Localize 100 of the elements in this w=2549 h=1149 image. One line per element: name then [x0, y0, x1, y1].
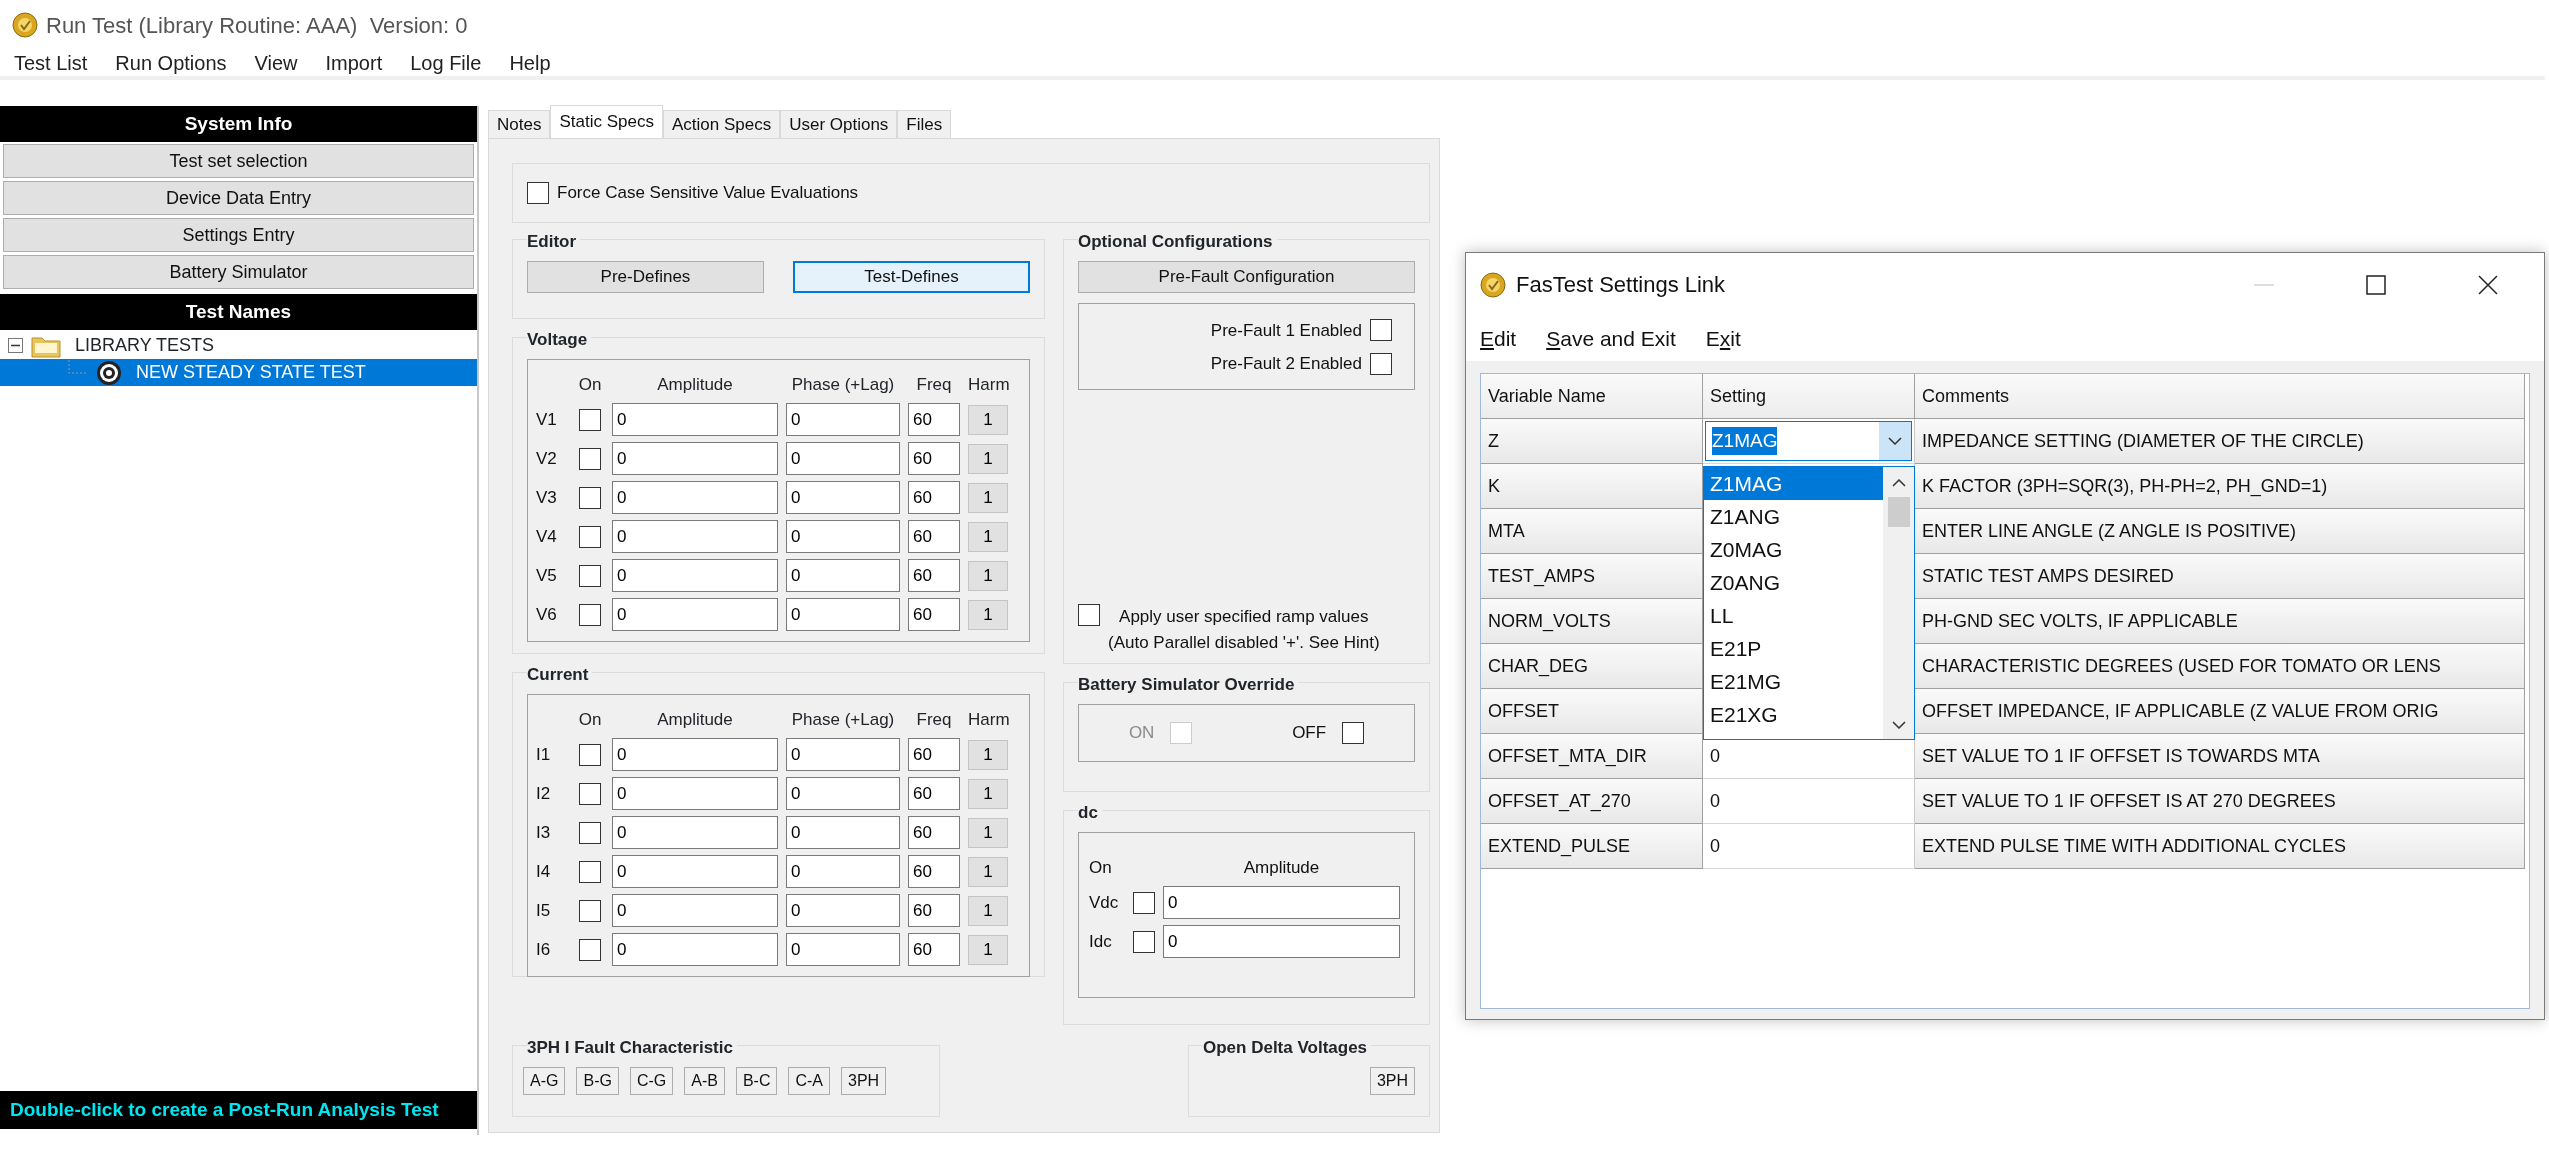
scrollbar[interactable]: [1883, 467, 1914, 739]
harmonic-button[interactable]: 1: [968, 934, 1008, 965]
phase-field[interactable]: 0: [786, 520, 900, 553]
dropdown-option[interactable]: E21P: [1704, 632, 1883, 665]
dropdown-option[interactable]: Z0MAG: [1704, 533, 1883, 566]
harmonic-button[interactable]: 1: [968, 443, 1008, 474]
amplitude-field[interactable]: 0: [612, 855, 778, 888]
amplitude-field[interactable]: 0: [612, 738, 778, 771]
phase-field[interactable]: 0: [786, 738, 900, 771]
amplitude-field[interactable]: 0: [1163, 925, 1400, 958]
harmonic-button[interactable]: 1: [968, 560, 1008, 591]
table-cell[interactable]: 0: [1703, 824, 1915, 869]
sidebar-button[interactable]: Battery Simulator: [3, 255, 474, 289]
phase-field[interactable]: 0: [786, 559, 900, 592]
fault-type-button[interactable]: A-G: [523, 1066, 566, 1095]
checkbox[interactable]: [579, 782, 601, 805]
fault-type-button[interactable]: B-C: [735, 1066, 778, 1095]
amplitude-field[interactable]: 0: [612, 933, 778, 966]
amplitude-field[interactable]: 0: [1163, 886, 1400, 919]
tree-item[interactable]: NEW STEADY STATE TEST: [130, 359, 372, 386]
harmonic-button[interactable]: 1: [968, 482, 1008, 513]
phase-field[interactable]: 0: [786, 481, 900, 514]
scrollbar-thumb[interactable]: [1887, 497, 1910, 527]
amplitude-field[interactable]: 0: [612, 481, 778, 514]
tab[interactable]: Files: [897, 110, 952, 138]
checkbox[interactable]: [579, 860, 601, 883]
amplitude-field[interactable]: 0: [612, 894, 778, 927]
fault-type-button[interactable]: B-G: [576, 1066, 619, 1095]
phase-field[interactable]: 0: [786, 894, 900, 927]
amplitude-field[interactable]: 0: [612, 559, 778, 592]
phase-field[interactable]: 0: [786, 442, 900, 475]
tab[interactable]: User Options: [780, 110, 898, 138]
dropdown-option[interactable]: LL: [1704, 599, 1883, 632]
phase-field[interactable]: 0: [786, 598, 900, 631]
checkbox[interactable]: [1133, 930, 1155, 953]
editor-button[interactable]: Pre-Defines: [527, 260, 764, 293]
freq-field[interactable]: 60: [908, 894, 960, 927]
fault-type-button[interactable]: C-A: [788, 1066, 831, 1095]
harmonic-button[interactable]: 1: [968, 856, 1008, 887]
harmonic-button[interactable]: 1: [968, 521, 1008, 552]
phase-field[interactable]: 0: [786, 403, 900, 436]
column-header[interactable]: Variable Name: [1481, 374, 1703, 419]
menu-item[interactable]: Save and Exit: [1544, 322, 1678, 355]
checkbox[interactable]: [579, 938, 601, 961]
checkbox[interactable]: [579, 525, 601, 548]
menu-item[interactable]: Help: [507, 48, 553, 78]
menu-item[interactable]: Exit: [1703, 322, 1743, 355]
checkbox[interactable]: [579, 899, 601, 922]
tree-item[interactable]: LIBRARY TESTS: [69, 332, 221, 359]
harmonic-button[interactable]: 1: [968, 599, 1008, 630]
prefault-config-button[interactable]: Pre-Fault Configuration: [1078, 260, 1415, 293]
freq-field[interactable]: 60: [908, 855, 960, 888]
amplitude-field[interactable]: 0: [612, 403, 778, 436]
freq-field[interactable]: 60: [908, 403, 960, 436]
tab[interactable]: Static Specs: [550, 105, 663, 138]
freq-field[interactable]: 60: [908, 442, 960, 475]
menu-item[interactable]: Run Options: [113, 48, 229, 78]
freq-field[interactable]: 60: [908, 598, 960, 631]
checkbox[interactable]: [1342, 721, 1365, 744]
dropdown-option[interactable]: E21MG: [1704, 665, 1883, 698]
menu-item[interactable]: View: [252, 48, 300, 78]
freq-field[interactable]: 60: [908, 559, 960, 592]
amplitude-field[interactable]: 0: [612, 777, 778, 810]
phase-field[interactable]: 0: [786, 855, 900, 888]
column-header[interactable]: Setting: [1703, 374, 1915, 419]
freq-field[interactable]: 60: [908, 777, 960, 810]
checkbox[interactable]: [579, 564, 601, 587]
amplitude-field[interactable]: 0: [612, 520, 778, 553]
menu-item[interactable]: Test List: [12, 48, 90, 78]
amplitude-field[interactable]: 0: [612, 598, 778, 631]
freq-field[interactable]: 60: [908, 520, 960, 553]
freq-field[interactable]: 60: [908, 933, 960, 966]
menu-item[interactable]: Edit: [1478, 322, 1519, 355]
harmonic-button[interactable]: 1: [968, 817, 1008, 848]
collapse-icon[interactable]: [8, 338, 23, 353]
editor-button[interactable]: Test-Defines: [793, 260, 1030, 293]
amplitude-field[interactable]: 0: [612, 442, 778, 475]
phase-field[interactable]: 0: [786, 933, 900, 966]
freq-field[interactable]: 60: [908, 738, 960, 771]
setting-dropdown[interactable]: Z1MAG: [1705, 421, 1912, 461]
checkbox[interactable]: [1078, 604, 1100, 626]
fault-type-button[interactable]: A-B: [684, 1066, 725, 1095]
dropdown-option[interactable]: Z0ANG: [1704, 566, 1883, 599]
checkbox[interactable]: [579, 743, 601, 766]
freq-field[interactable]: 60: [908, 816, 960, 849]
checkbox[interactable]: [579, 447, 601, 470]
freq-field[interactable]: 60: [908, 481, 960, 514]
checkbox[interactable]: [579, 408, 601, 431]
checkbox[interactable]: [527, 182, 549, 204]
menu-item[interactable]: Log File: [408, 48, 484, 78]
phase-field[interactable]: 0: [786, 777, 900, 810]
menu-item[interactable]: Import: [323, 48, 385, 78]
checkbox[interactable]: [579, 486, 601, 509]
tab[interactable]: Notes: [488, 110, 551, 138]
phase-field[interactable]: 0: [786, 816, 900, 849]
sidebar-button[interactable]: Settings Entry: [3, 218, 474, 252]
dropdown-option[interactable]: Z1ANG: [1704, 500, 1883, 533]
checkbox[interactable]: [579, 821, 601, 844]
harmonic-button[interactable]: 1: [968, 404, 1008, 435]
amplitude-field[interactable]: 0: [612, 816, 778, 849]
